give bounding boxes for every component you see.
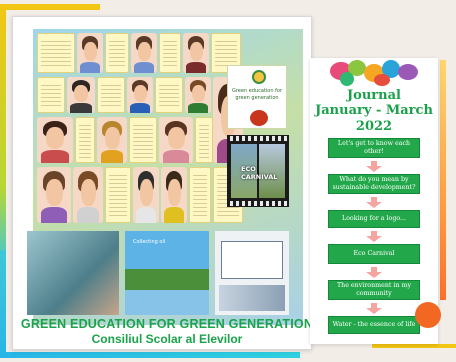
step-box: Let's get to know each other!: [328, 138, 420, 158]
avatar-image: [67, 77, 95, 113]
collecting-oil-photo: Collecting oil: [125, 231, 209, 315]
avatar-image: [161, 167, 187, 223]
poster-logo-icon: [252, 70, 266, 84]
frame-stroke-left-lower: [0, 250, 6, 358]
frame-stroke-corner-h: [372, 344, 456, 348]
down-arrow-icon: [366, 231, 382, 242]
step-box: What do you mean by sustainable developm…: [328, 174, 420, 194]
avatar-image: [127, 77, 153, 113]
note-tile: [129, 117, 157, 163]
frame-stroke-bottom: [0, 352, 300, 358]
online-meeting-photo: [215, 231, 289, 315]
avatar-image: [133, 167, 159, 223]
avatar-image: [37, 117, 73, 163]
avatar-image: [183, 33, 209, 73]
note-tile: [37, 33, 75, 73]
green-education-poster: Green education for green generation: [227, 65, 287, 129]
step-box: Eco Carnival: [328, 244, 420, 264]
note-tile: [105, 33, 129, 73]
photo-caption: Collecting oil: [133, 239, 166, 245]
down-arrow-icon: [366, 303, 382, 314]
avatar-image: [77, 33, 103, 73]
avatar-image: [131, 33, 157, 73]
poster-badge-icon: [250, 110, 268, 126]
classroom-photo: [27, 231, 119, 315]
collage-subtitle: Consiliul Scolar al Elevilor: [91, 332, 243, 346]
eco-carnival-filmstrip: ECO CARNIVAL: [227, 135, 289, 207]
avatar-image: [37, 167, 71, 223]
journal-title: Journal: [347, 88, 401, 103]
down-arrow-icon: [366, 161, 382, 172]
note-tile: [155, 77, 183, 113]
journal-period: January - March: [315, 103, 433, 118]
eco-carnival-label: ECO CARNIVAL: [241, 165, 278, 181]
note-tile: [105, 167, 131, 223]
avatar-image: [159, 117, 193, 163]
step-box: The environment in my community: [328, 280, 420, 300]
note-tile: [189, 167, 211, 223]
down-arrow-icon: [366, 197, 382, 208]
note-tile: [195, 117, 213, 163]
journal-card: Journal January - March 2022 Let's get t…: [310, 58, 438, 344]
down-arrow-icon: [366, 267, 382, 278]
note-tile: [97, 77, 125, 113]
frame-stroke-top: [0, 4, 100, 10]
frame-stroke-right: [440, 60, 446, 300]
frame-stroke-left: [0, 4, 6, 266]
note-tile: [75, 117, 95, 163]
orange-dot-decoration: [415, 302, 441, 328]
avatar-image: [97, 117, 127, 163]
avatar-image: [185, 77, 211, 113]
collage-title: GREEN EDUCATION FOR GREEN GENERATION: [20, 317, 314, 331]
step-box: Looking for a logo...: [328, 210, 420, 228]
collage-card: Green education for green generation ECO…: [12, 16, 314, 350]
journal-year: 2022: [355, 119, 393, 134]
note-tile: [159, 33, 181, 73]
note-tile: [37, 77, 65, 113]
avatar-image: [73, 167, 103, 223]
step-box: Water - the essence of life: [328, 316, 420, 334]
poster-text: Green education for green generation: [231, 88, 282, 101]
journal-header-art: [324, 58, 424, 86]
